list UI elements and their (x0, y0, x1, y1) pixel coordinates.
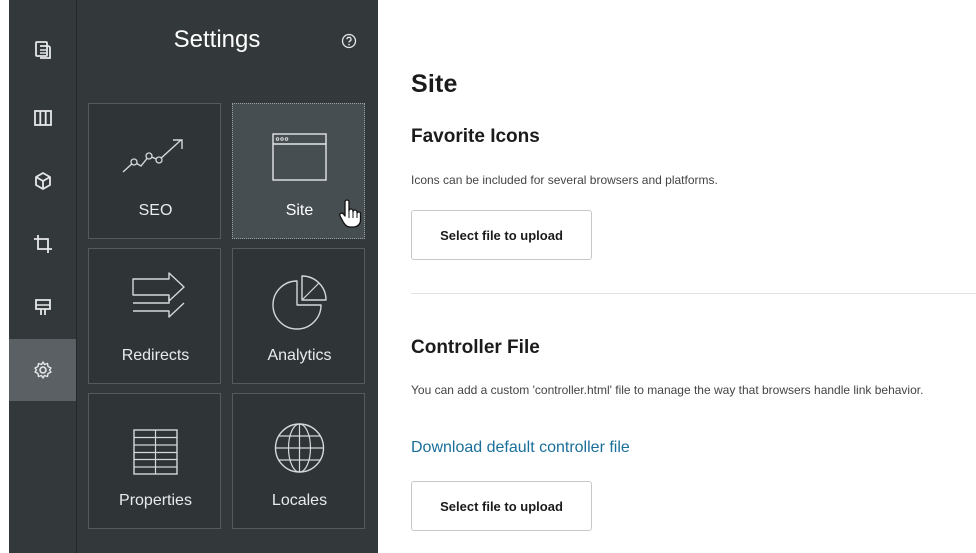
redirect-arrows-icon (132, 272, 185, 318)
icon-rail (9, 0, 76, 553)
tile-analytics[interactable]: Analytics (232, 248, 365, 384)
rail-item-settings[interactable] (9, 339, 76, 401)
tile-properties[interactable]: Properties (88, 393, 221, 529)
rail-item-layout[interactable] (9, 87, 76, 149)
site-settings-content: Site Favorite Icons Icons can be include… (378, 0, 976, 553)
browser-window-icon (272, 133, 327, 181)
tile-redirects-label: Redirects (121, 347, 190, 364)
pie-chart-icon (272, 275, 327, 330)
rail-item-theme[interactable] (9, 276, 76, 338)
tile-seo-label: SEO (138, 202, 173, 219)
favicons-upload-button[interactable]: Select file to upload (411, 210, 592, 260)
controller-file-heading: Controller File (411, 337, 540, 358)
properties-grid-icon (133, 429, 178, 475)
tile-seo[interactable]: SEO (88, 103, 221, 239)
controller-file-description: You can add a custom 'controller.html' f… (411, 383, 924, 397)
section-divider (411, 293, 976, 294)
tile-analytics-label: Analytics (267, 347, 332, 364)
tile-properties-label: Properties (119, 492, 192, 509)
globe-icon (274, 423, 325, 473)
theme-icon (34, 299, 51, 315)
favorite-icons-heading: Favorite Icons (411, 126, 540, 147)
tile-locales[interactable]: Locales (232, 393, 365, 529)
help-circle-icon[interactable] (341, 33, 357, 49)
layout-icon (33, 110, 52, 126)
seo-trend-icon (122, 139, 183, 173)
download-controller-link[interactable]: Download default controller file (411, 439, 630, 457)
pages-icon (34, 41, 51, 59)
page-title: Site (411, 70, 458, 98)
settings-gear-icon (33, 361, 52, 379)
settings-title: Settings (173, 26, 261, 53)
rail-item-pages[interactable] (9, 19, 76, 81)
rail-item-crop[interactable] (9, 213, 76, 275)
favorite-icons-description: Icons can be included for several browse… (411, 173, 718, 187)
controller-upload-button[interactable]: Select file to upload (411, 481, 592, 531)
app-root: Settings SEO Site Redirects Analytics Pr… (0, 0, 976, 553)
hand-cursor-icon (339, 199, 362, 228)
rail-item-components[interactable] (9, 150, 76, 212)
tile-locales-label: Locales (271, 492, 328, 509)
settings-panel: Settings SEO Site Redirects Analytics Pr… (77, 0, 378, 553)
crop-icon (33, 235, 52, 253)
tile-redirects[interactable]: Redirects (88, 248, 221, 384)
components-icon (34, 172, 51, 190)
